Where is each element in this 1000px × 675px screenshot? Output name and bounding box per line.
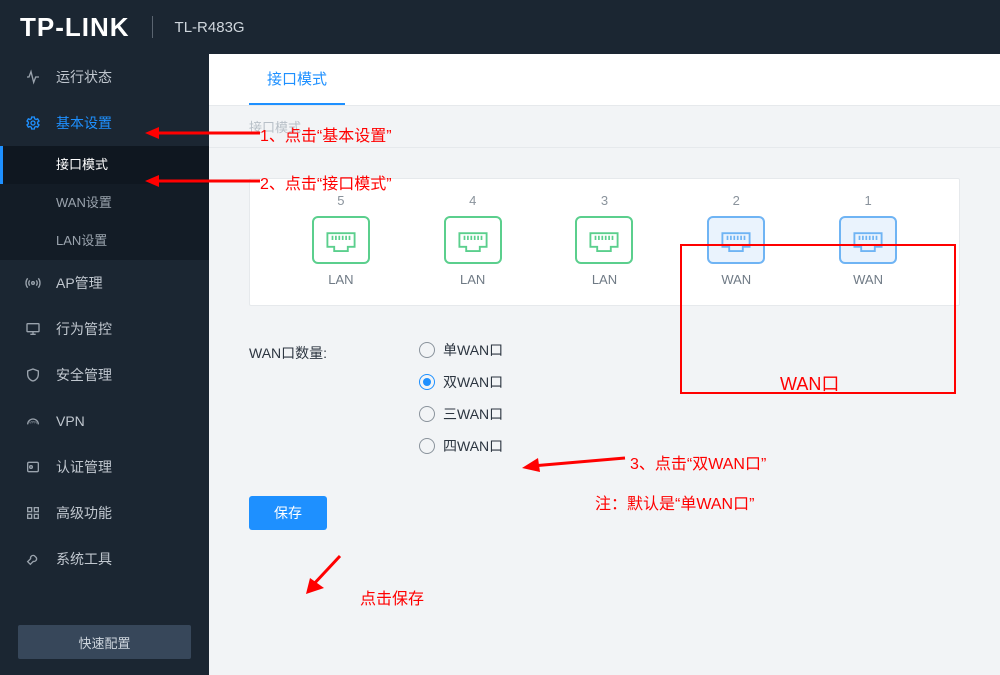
sidebar-item-label: 认证管理 (56, 457, 112, 477)
sidebar-item-label: AP管理 (56, 273, 103, 293)
sidebar-item-label: 基本设置 (56, 113, 112, 133)
rj45-icon (575, 216, 633, 264)
sidebar-item-security[interactable]: 安全管理 (0, 352, 209, 398)
port-number: 3 (601, 193, 608, 208)
model-label: TL-R483G (175, 19, 245, 36)
port-label: LAN (328, 272, 353, 287)
sidebar-subitem-wan-settings[interactable]: WAN设置 (0, 184, 209, 222)
radio-single-wan[interactable]: 单WAN口 (419, 340, 503, 360)
wan-count-form: WAN口数量: 单WAN口 双WAN口 三WAN口 四WAN口 (249, 340, 960, 456)
sidebar-item-label: 安全管理 (56, 365, 112, 385)
wan-count-label: WAN口数量: (249, 340, 419, 363)
header: TP-LINK TL-R483G (0, 0, 1000, 54)
port-number: 4 (469, 193, 476, 208)
radio-dual-wan[interactable]: 双WAN口 (419, 372, 503, 392)
radio-quad-wan[interactable]: 四WAN口 (419, 436, 503, 456)
sidebar-item-label: 运行状态 (56, 67, 112, 87)
port-label: LAN (592, 272, 617, 287)
rj45-icon (839, 216, 897, 264)
sidebar-item-label: VPN (56, 413, 85, 429)
radio-label: 四WAN口 (443, 436, 503, 456)
vpn-icon: VPN (24, 412, 42, 430)
svg-text:VPN: VPN (29, 420, 37, 425)
gear-icon (24, 114, 42, 132)
radio-dot-icon (419, 374, 435, 390)
grid-icon (24, 504, 42, 522)
tab-bar: 接口模式 (209, 54, 1000, 106)
sidebar-item-label: 高级功能 (56, 503, 112, 523)
sidebar-item-authentication[interactable]: 认证管理 (0, 444, 209, 490)
radio-dot-icon (419, 406, 435, 422)
port-1: 1 WAN (808, 193, 928, 287)
port-3: 3 LAN (544, 193, 664, 287)
radio-triple-wan[interactable]: 三WAN口 (419, 404, 503, 424)
radio-dot-icon (419, 438, 435, 454)
sidebar-submenu: 接口模式 WAN设置 LAN设置 (0, 146, 209, 260)
rj45-icon (707, 216, 765, 264)
port-label: WAN (853, 272, 883, 287)
sidebar-subitem-lan-settings[interactable]: LAN设置 (0, 222, 209, 260)
sidebar-item-behavior-control[interactable]: 行为管控 (0, 306, 209, 352)
port-number: 5 (337, 193, 344, 208)
radio-label: 三WAN口 (443, 404, 503, 424)
wan-count-options: 单WAN口 双WAN口 三WAN口 四WAN口 (419, 340, 503, 456)
radio-label: 单WAN口 (443, 340, 503, 360)
port-label: LAN (460, 272, 485, 287)
rj45-icon (312, 216, 370, 264)
port-4: 4 LAN (413, 193, 533, 287)
port-number: 1 (864, 193, 871, 208)
sidebar-item-vpn[interactable]: VPN VPN (0, 398, 209, 444)
activity-icon (24, 68, 42, 86)
ports-card: 5 LAN 4 LAN 3 LAN 2 WAN (249, 178, 960, 306)
sidebar-subitem-interface-mode[interactable]: 接口模式 (0, 146, 209, 184)
sidebar-item-ap-management[interactable]: AP管理 (0, 260, 209, 306)
rj45-icon (444, 216, 502, 264)
port-5: 5 LAN (281, 193, 401, 287)
port-label: WAN (721, 272, 751, 287)
antenna-icon (24, 274, 42, 292)
radio-label: 双WAN口 (443, 372, 503, 392)
port-number: 2 (733, 193, 740, 208)
breadcrumb-text: 接口模式 (249, 117, 301, 136)
quick-config-button[interactable]: 快速配置 (18, 625, 191, 659)
shield-icon (24, 366, 42, 384)
nav: 运行状态 基本设置 接口模式 WAN设置 LAN设置 AP管理 行为管控 安 (0, 54, 209, 613)
brand-separator (152, 16, 153, 38)
sidebar-item-status[interactable]: 运行状态 (0, 54, 209, 100)
tab-interface-mode[interactable]: 接口模式 (249, 54, 345, 105)
main-content: 接口模式 接口模式 5 LAN 4 LAN 3 (209, 54, 1000, 675)
monitor-icon (24, 320, 42, 338)
radio-dot-icon (419, 342, 435, 358)
sidebar-item-system-tools[interactable]: 系统工具 (0, 536, 209, 582)
breadcrumb: 接口模式 (209, 106, 1000, 148)
wrench-icon (24, 550, 42, 568)
save-button[interactable]: 保存 (249, 496, 327, 530)
sidebar-item-basic-settings[interactable]: 基本设置 (0, 100, 209, 146)
auth-icon (24, 458, 42, 476)
port-2: 2 WAN (676, 193, 796, 287)
sidebar-item-label: 行为管控 (56, 319, 112, 339)
sidebar-item-advanced[interactable]: 高级功能 (0, 490, 209, 536)
sidebar-item-label: 系统工具 (56, 549, 112, 569)
sidebar: 运行状态 基本设置 接口模式 WAN设置 LAN设置 AP管理 行为管控 安 (0, 54, 209, 675)
brand-logo: TP-LINK (20, 12, 130, 43)
